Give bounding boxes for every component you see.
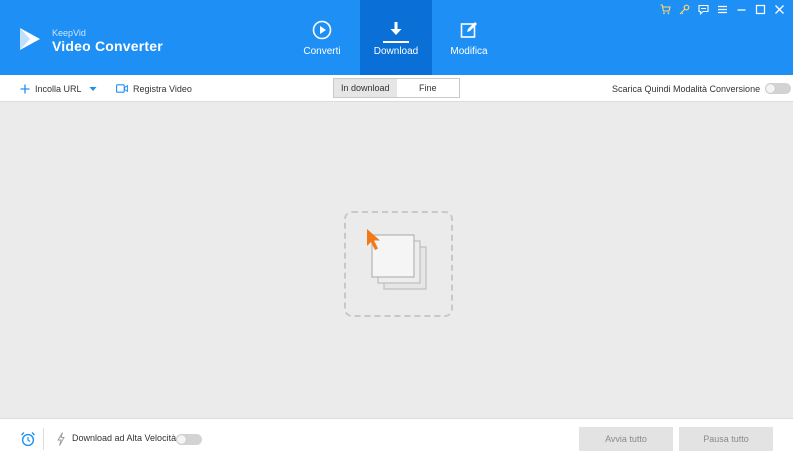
segment-downloading[interactable]: In download	[334, 79, 397, 97]
download-then-convert: Scarica Quindi Modalità Conversione	[612, 75, 792, 102]
play-circle-icon	[312, 20, 332, 40]
record-video-label: Registra Video	[133, 83, 192, 94]
menu-icon[interactable]	[717, 4, 728, 15]
record-video-button[interactable]: Registra Video	[116, 75, 192, 102]
paste-url-label: Incolla URL	[35, 83, 82, 94]
tab-label: Download	[373, 46, 419, 57]
chat-icon[interactable]	[698, 4, 709, 15]
plus-icon	[20, 84, 30, 93]
high-speed-label: Download ad Alta Velocità	[72, 433, 177, 443]
footer: Download ad Alta Velocità Avvia tutto Pa…	[0, 418, 793, 458]
brand-small: KeepVid	[52, 28, 86, 38]
toolbar: Incolla URL Registra Video In download F…	[0, 75, 793, 102]
camera-icon	[116, 84, 128, 93]
footer-divider	[43, 428, 44, 450]
close-icon[interactable]	[774, 4, 785, 15]
app-header: KeepVid Video Converter Converti Downloa…	[0, 0, 793, 75]
paste-url-button[interactable]: Incolla URL	[20, 75, 97, 102]
start-all-button[interactable]: Avvia tutto	[579, 427, 673, 451]
chevron-down-icon[interactable]	[89, 86, 97, 92]
brand-name: Video Converter	[52, 38, 163, 54]
tab-label: Converti	[303, 46, 341, 57]
maximize-icon[interactable]	[755, 4, 766, 15]
drop-files-icon	[367, 229, 427, 290]
pause-all-button[interactable]: Pausa tutto	[679, 427, 773, 451]
key-icon[interactable]	[679, 4, 690, 15]
tab-label: Modifica	[450, 46, 488, 57]
download-underline	[383, 41, 409, 43]
alarm-clock-icon[interactable]	[20, 431, 36, 447]
download-status-segment: In download Fine	[333, 78, 460, 98]
tab-modifica[interactable]: Modifica	[433, 0, 505, 75]
high-speed-toggle[interactable]	[176, 434, 202, 445]
lightning-icon	[57, 432, 65, 446]
tab-converti[interactable]: Converti	[286, 0, 358, 75]
download-then-convert-toggle[interactable]	[765, 83, 792, 94]
drop-zone[interactable]	[344, 211, 453, 317]
download-then-convert-label: Scarica Quindi Modalità Conversione	[612, 83, 761, 94]
window-controls	[660, 3, 785, 15]
app-logo-icon	[20, 28, 40, 50]
tab-download[interactable]: Download	[360, 0, 432, 75]
segment-finished[interactable]: Fine	[397, 79, 460, 97]
minimize-icon[interactable]	[736, 4, 747, 15]
cart-icon[interactable]	[660, 3, 671, 15]
download-icon	[390, 22, 402, 35]
edit-icon	[460, 22, 477, 38]
